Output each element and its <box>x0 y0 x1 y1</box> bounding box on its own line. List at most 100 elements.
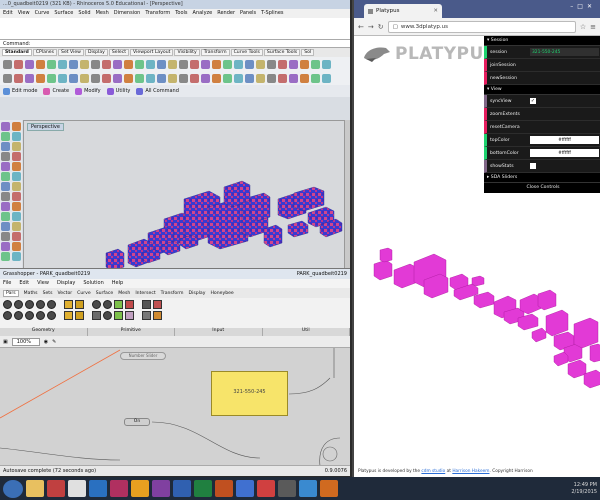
recorder-icon[interactable] <box>257 480 275 497</box>
tool-icon[interactable] <box>102 73 111 83</box>
tool-icon[interactable] <box>1 232 10 241</box>
tool-icon[interactable] <box>1 242 10 251</box>
tool-icon[interactable] <box>3 59 12 69</box>
gh-canvas[interactable]: Number Slider 321-550-245 On <box>0 348 350 466</box>
tool-icon[interactable] <box>12 172 21 181</box>
tab-visibility[interactable]: Visibility <box>174 49 200 56</box>
menu-item-curve[interactable]: Curve <box>35 10 50 17</box>
tool-icon[interactable] <box>12 132 21 141</box>
tool-icon[interactable] <box>311 59 320 69</box>
gh-menu-solution[interactable]: Solution <box>83 280 103 287</box>
tool-icon[interactable] <box>12 222 21 231</box>
gh-eye-icon[interactable]: ◉ <box>44 339 48 345</box>
gh-component-icon[interactable] <box>25 300 34 309</box>
footer-link-studio[interactable]: cdm studio <box>421 469 445 474</box>
gh-menu-file[interactable]: File <box>3 280 11 287</box>
gh-menu-edit[interactable]: Edit <box>19 280 29 287</box>
tool-icon[interactable] <box>1 152 10 161</box>
tool-icon[interactable] <box>157 73 166 83</box>
tool-icon[interactable] <box>36 73 45 83</box>
tab-transform[interactable]: Transform <box>200 49 230 56</box>
gh-component-icon[interactable] <box>75 300 84 309</box>
tool-icon[interactable] <box>91 73 100 83</box>
tab-set-view[interactable]: Set View <box>58 49 84 56</box>
gh-menu-display[interactable]: Display <box>57 280 75 287</box>
tool-icon[interactable] <box>234 59 243 69</box>
gh-group-geometry[interactable]: Geometry <box>0 328 88 336</box>
gh-component-icon[interactable] <box>142 311 151 320</box>
reload-icon[interactable]: ↻ <box>378 23 384 31</box>
gh-component-icon[interactable] <box>153 300 162 309</box>
tool-icon[interactable] <box>14 73 23 83</box>
gh-component-icon[interactable] <box>14 300 23 309</box>
tool-icon[interactable] <box>80 73 89 83</box>
session-input[interactable]: 321-550-245 <box>530 48 599 56</box>
tool-icon[interactable] <box>12 212 21 221</box>
file-explorer-icon[interactable] <box>26 480 44 497</box>
top-color-input[interactable]: #ffffff <box>530 136 599 144</box>
modify-button[interactable]: Modify <box>75 87 101 95</box>
tool-icon[interactable] <box>322 73 331 83</box>
pdf-reader-icon[interactable] <box>47 480 65 497</box>
tool-icon[interactable] <box>12 122 21 131</box>
system-clock[interactable]: 12:49 PM 2/19/2015 <box>571 482 597 496</box>
tab-cplanes[interactable]: CPlanes <box>32 49 58 56</box>
tool-icon[interactable] <box>201 59 210 69</box>
gh-component-icon[interactable] <box>92 311 101 320</box>
tool-icon[interactable] <box>47 59 56 69</box>
view-folder[interactable]: ▾ View <box>484 85 600 95</box>
tool-icon[interactable] <box>300 59 309 69</box>
gh-canvas-icon[interactable]: ▣ <box>3 339 8 345</box>
gh-tab-vector[interactable]: Vector <box>58 291 73 296</box>
gh-menu-help[interactable]: Help <box>112 280 123 287</box>
bottom-color-input[interactable]: #ffffff <box>530 149 599 157</box>
show-stats-checkbox[interactable] <box>530 163 536 169</box>
folder-icon[interactable] <box>131 480 149 497</box>
gh-component-icon[interactable] <box>64 311 73 320</box>
tab-viewport-layout[interactable]: Viewport Layout <box>130 49 174 56</box>
tool-icon[interactable] <box>102 59 111 69</box>
gh-tab-transform[interactable]: Transform <box>161 291 184 296</box>
create-button[interactable]: Create <box>43 87 69 95</box>
tool-icon[interactable] <box>1 192 10 201</box>
tool-icon[interactable] <box>311 73 320 83</box>
gh-component-icon[interactable] <box>64 300 73 309</box>
tool-icon[interactable] <box>223 59 232 69</box>
tool-icon[interactable] <box>58 73 67 83</box>
tool-icon[interactable] <box>12 232 21 241</box>
ie-icon[interactable] <box>89 480 107 497</box>
tool-icon[interactable] <box>113 59 122 69</box>
tab-standard[interactable]: Standard <box>2 49 32 56</box>
menu-item-surface[interactable]: Surface <box>54 10 73 17</box>
tool-icon[interactable] <box>12 182 21 191</box>
tool-icon[interactable] <box>80 59 89 69</box>
tool-icon[interactable] <box>1 182 10 191</box>
grasshopper-app-icon[interactable] <box>110 480 128 497</box>
gh-tab-sets[interactable]: Sets <box>43 291 53 296</box>
address-bar[interactable]: ▢ www.3dplatyp.us <box>387 20 576 33</box>
gh-component-icon[interactable] <box>3 311 12 320</box>
tool-icon[interactable] <box>245 73 254 83</box>
gh-group-util[interactable]: Util <box>263 328 350 336</box>
tool-icon[interactable] <box>168 73 177 83</box>
reset-camera-button[interactable]: resetCamera <box>484 121 600 134</box>
sda-sliders-folder[interactable]: ▸ SDA Sliders <box>484 173 600 183</box>
app-icon[interactable] <box>278 480 296 497</box>
close-tab-icon[interactable]: ✕ <box>433 8 438 14</box>
menu-item-tsplines[interactable]: T-Splines <box>261 10 283 17</box>
tool-icon[interactable] <box>69 73 78 83</box>
boolean-toggle[interactable]: On <box>124 418 150 426</box>
menu-item-edit[interactable]: Edit <box>3 10 13 17</box>
tool-icon[interactable] <box>135 73 144 83</box>
chrome-icon[interactable] <box>68 480 86 497</box>
tool-icon[interactable] <box>12 142 21 151</box>
tool-icon[interactable] <box>1 142 10 151</box>
tool-icon[interactable] <box>1 202 10 211</box>
tab-display[interactable]: Display <box>84 49 108 56</box>
tool-icon[interactable] <box>322 59 331 69</box>
gh-component-icon[interactable] <box>14 311 23 320</box>
gh-tab-intersect[interactable]: Intersect <box>135 291 155 296</box>
footer-link-author[interactable]: Harrison Hakeem <box>452 469 489 474</box>
back-icon[interactable]: ← <box>358 23 364 31</box>
tool-icon[interactable] <box>201 73 210 83</box>
